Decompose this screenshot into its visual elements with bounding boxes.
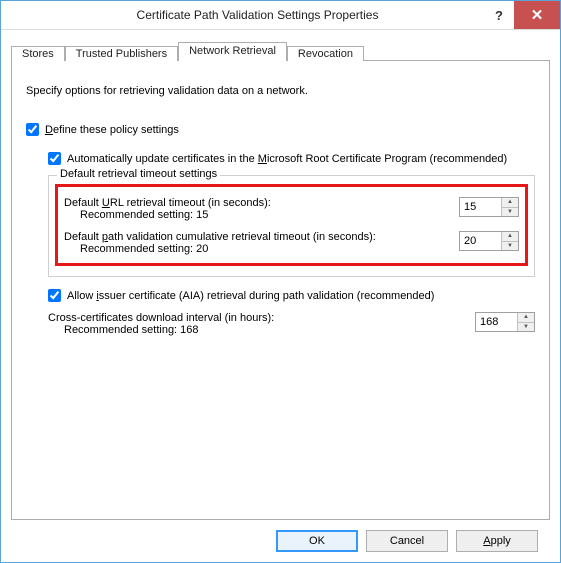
- define-policy-checkbox[interactable]: [26, 123, 39, 136]
- path-timeout-spinner[interactable]: 20 ▲ ▼: [459, 231, 519, 251]
- path-timeout-down-button[interactable]: ▼: [502, 242, 518, 251]
- define-policy-label: Define these policy settings: [45, 124, 179, 136]
- cross-cert-value[interactable]: 168: [476, 313, 517, 331]
- url-timeout-down-button[interactable]: ▼: [502, 208, 518, 217]
- tab-stores[interactable]: Stores: [11, 46, 65, 61]
- cancel-button[interactable]: Cancel: [366, 530, 448, 552]
- path-timeout-up-button[interactable]: ▲: [502, 232, 518, 242]
- path-timeout-row: Default path validation cumulative retri…: [64, 231, 519, 255]
- dialog-window: Certificate Path Validation Settings Pro…: [0, 0, 561, 563]
- url-timeout-row: Default URL retrieval timeout (in second…: [64, 197, 519, 221]
- timeout-groupbox-title: Default retrieval timeout settings: [57, 168, 220, 180]
- auto-update-label: Automatically update certificates in the…: [67, 153, 507, 165]
- cross-cert-label: Cross-certificates download interval (in…: [48, 312, 465, 324]
- url-timeout-recommended: Recommended setting: 15: [80, 209, 449, 221]
- close-button[interactable]: ✕: [514, 1, 560, 29]
- tab-row: Stores Trusted Publishers Network Retrie…: [11, 38, 550, 60]
- button-bar: OK Cancel Apply: [11, 520, 550, 562]
- aia-checkbox[interactable]: [48, 289, 61, 302]
- timeout-groupbox: Default retrieval timeout settings Defau…: [48, 175, 535, 277]
- cross-cert-down-button[interactable]: ▼: [518, 323, 534, 332]
- tab-trusted-publishers[interactable]: Trusted Publishers: [65, 46, 178, 61]
- titlebar: Certificate Path Validation Settings Pro…: [1, 1, 560, 30]
- cross-cert-up-button[interactable]: ▲: [518, 313, 534, 323]
- tab-panel-network-retrieval: Specify options for retrieving validatio…: [11, 60, 550, 520]
- cross-cert-spinner[interactable]: 168 ▲ ▼: [475, 312, 535, 332]
- auto-update-checkbox[interactable]: [48, 152, 61, 165]
- apply-button[interactable]: Apply: [456, 530, 538, 552]
- aia-label: Allow issuer certificate (AIA) retrieval…: [67, 290, 434, 302]
- intro-text: Specify options for retrieving validatio…: [26, 85, 535, 97]
- aia-row: Allow issuer certificate (AIA) retrieval…: [48, 289, 535, 302]
- define-policy-row: Define these policy settings: [26, 123, 535, 136]
- url-timeout-value[interactable]: 15: [460, 198, 501, 216]
- url-timeout-up-button[interactable]: ▲: [502, 198, 518, 208]
- url-timeout-spinner[interactable]: 15 ▲ ▼: [459, 197, 519, 217]
- path-timeout-value[interactable]: 20: [460, 232, 501, 250]
- cross-cert-recommended: Recommended setting: 168: [64, 324, 465, 336]
- tab-revocation[interactable]: Revocation: [287, 46, 364, 61]
- cross-cert-block: Cross-certificates download interval (in…: [48, 312, 535, 336]
- cross-cert-row: Cross-certificates download interval (in…: [48, 312, 535, 336]
- highlight-box: Default URL retrieval timeout (in second…: [55, 184, 528, 266]
- titlebar-controls: ? ✕: [484, 1, 560, 29]
- window-title: Certificate Path Validation Settings Pro…: [1, 8, 484, 22]
- url-timeout-label: Default URL retrieval timeout (in second…: [64, 197, 449, 209]
- ok-button[interactable]: OK: [276, 530, 358, 552]
- auto-update-row: Automatically update certificates in the…: [48, 152, 535, 165]
- path-timeout-recommended: Recommended setting: 20: [80, 243, 449, 255]
- path-timeout-label: Default path validation cumulative retri…: [64, 231, 449, 243]
- help-button[interactable]: ?: [484, 1, 514, 29]
- dialog-content: Stores Trusted Publishers Network Retrie…: [1, 30, 560, 562]
- tab-network-retrieval[interactable]: Network Retrieval: [178, 42, 287, 61]
